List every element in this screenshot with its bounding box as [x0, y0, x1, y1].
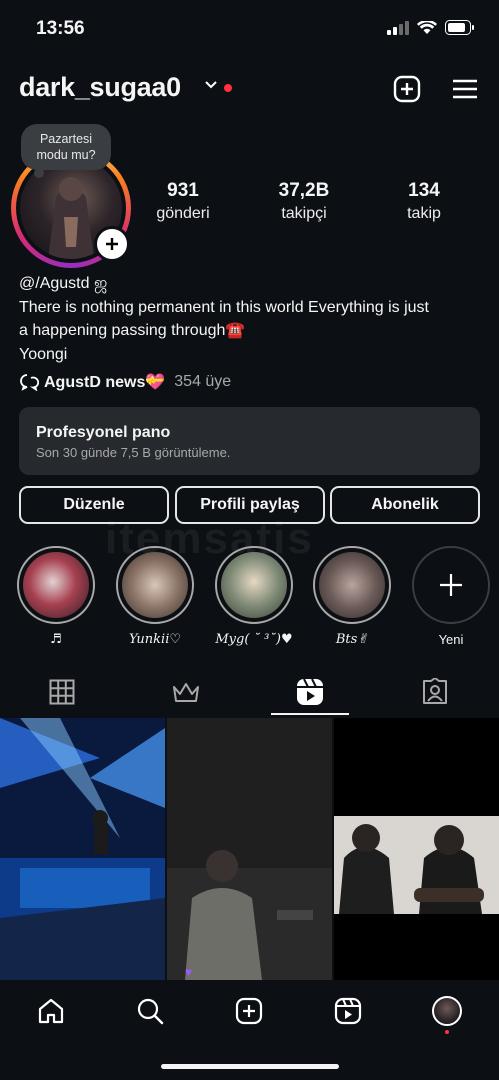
channel-members: 354 üye [174, 373, 232, 390]
nav-search[interactable] [133, 994, 167, 1028]
bio-line: Yoongi [19, 345, 68, 363]
highlight-label: Yunkii♡ [128, 632, 182, 647]
nav-create[interactable] [232, 994, 266, 1028]
wifi-icon [417, 20, 437, 34]
plus-square-icon [393, 75, 421, 103]
highlight-cover [319, 552, 385, 618]
note-line: modu mu? [36, 148, 96, 162]
stat-label: takip [407, 205, 441, 222]
reel-thumbnail[interactable] [0, 718, 165, 980]
highlight-label: Myg( ˘ ³˘)♥ [215, 632, 293, 647]
dashboard-title: Profesyonel pano [36, 424, 171, 441]
grid-icon [49, 679, 75, 705]
stat-followers[interactable]: 37,2B takipçi [262, 180, 346, 223]
profile-bio: @/Agustd ஜ There is nothing permanent in… [19, 272, 484, 366]
tagged-icon [423, 678, 447, 704]
plus-icon [440, 574, 462, 596]
channel-name: AgustD news💝 [44, 374, 166, 391]
tab-subscriptions[interactable] [166, 676, 206, 708]
stat-value: 37,2B [278, 180, 330, 201]
highlight-label: Bts✌︎ [335, 632, 369, 647]
highlight-label: Yeni [438, 632, 464, 647]
avatar [432, 996, 462, 1026]
highlight-cover [221, 552, 287, 618]
search-icon [137, 998, 164, 1025]
highlight-item[interactable]: Myg( ˘ ³˘)♥ [215, 546, 293, 647]
stat-posts[interactable]: 931 gönderi [145, 180, 221, 223]
status-time: 13:56 [36, 18, 85, 39]
stat-value: 134 [408, 180, 440, 201]
reel-thumbnail[interactable]: ♥ [167, 718, 332, 980]
chevron-down-icon[interactable] [204, 80, 218, 90]
highlight-cover [122, 552, 188, 618]
highlight-item[interactable]: ♬ [17, 546, 95, 647]
status-icons [387, 20, 475, 35]
add-story-button[interactable] [94, 226, 130, 262]
note-bubble-tail [34, 168, 44, 178]
nav-reels[interactable] [331, 994, 365, 1028]
home-icon [38, 998, 64, 1024]
notification-dot [445, 1030, 449, 1034]
highlight-cover [23, 552, 89, 618]
nav-profile[interactable] [430, 994, 464, 1028]
reel-thumbnail[interactable] [334, 718, 499, 980]
hamburger-icon [453, 79, 477, 99]
note-bubble[interactable]: Pazartesi modu mu? [21, 124, 111, 170]
battery-icon [445, 20, 474, 35]
reels-icon [334, 997, 362, 1025]
dashboard-subtitle: Son 30 günde 7,5 B görüntüleme. [36, 445, 231, 460]
bio-line: There is nothing permanent in this world… [19, 298, 429, 316]
professional-dashboard[interactable]: Profesyonel pano Son 30 günde 7,5 B görü… [19, 407, 480, 475]
home-indicator[interactable] [161, 1064, 339, 1069]
note-line: Pazartesi [39, 132, 93, 146]
plus-square-icon [235, 997, 263, 1025]
new-highlight-button[interactable]: Yeni [412, 546, 490, 647]
highlight-item[interactable]: Yunkii♡ [116, 546, 194, 647]
notification-dot [224, 84, 232, 92]
highlight-label: ♬ [50, 632, 62, 647]
profile-username[interactable]: dark_sugaa0 [19, 72, 181, 103]
bio-line[interactable]: @/Agustd ஜ [19, 272, 484, 296]
stat-label: takipçi [281, 205, 327, 222]
crown-icon [173, 683, 199, 702]
bio-line: a happening passing through☎️ [19, 322, 246, 339]
svg-text:♥: ♥ [185, 965, 192, 979]
active-tab-indicator [271, 713, 349, 715]
create-button[interactable] [390, 72, 424, 106]
nav-home[interactable] [34, 994, 68, 1028]
stat-value: 931 [167, 180, 199, 201]
menu-button[interactable] [448, 72, 482, 106]
tab-reels[interactable] [290, 676, 330, 708]
stat-label: gönderi [156, 205, 210, 222]
plus-icon [106, 238, 118, 250]
channel-icon [20, 374, 39, 391]
broadcast-channel[interactable]: AgustD news💝 354 üye [19, 372, 231, 392]
subscription-button[interactable]: Abonelik [330, 486, 480, 524]
highlight-item[interactable]: Bts✌︎ [313, 546, 391, 647]
stat-following[interactable]: 134 takip [394, 180, 454, 223]
tab-posts[interactable] [42, 676, 82, 708]
tab-tagged[interactable] [415, 676, 455, 708]
signal-icon [387, 20, 409, 35]
reels-icon [297, 678, 323, 705]
